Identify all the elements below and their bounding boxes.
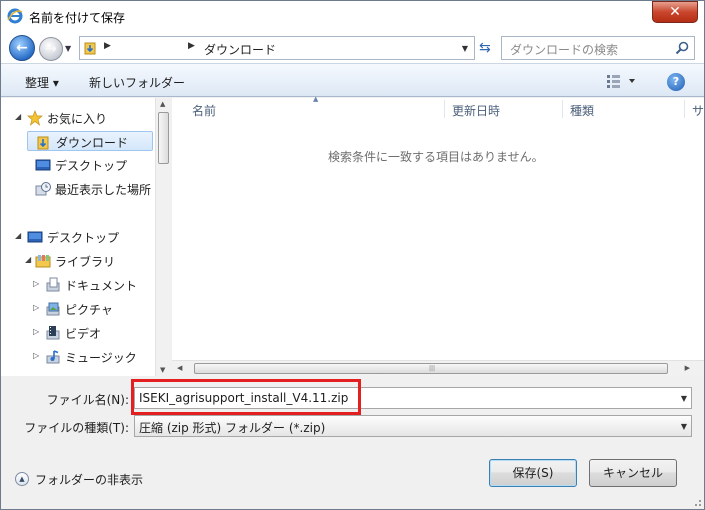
library-icon — [35, 253, 51, 269]
new-folder-button[interactable]: 新しいフォルダー — [89, 74, 185, 91]
expand-arrow-icon[interactable]: ▷ — [33, 279, 39, 288]
back-arrow-icon: ← — [16, 40, 28, 56]
sort-ascending-icon: ▲ — [313, 95, 319, 103]
tree-item-desktop-root[interactable]: ◢ デスクトップ — [13, 227, 153, 247]
collapse-arrow-icon[interactable]: ◢ — [15, 231, 21, 240]
search-icon[interactable] — [674, 40, 690, 56]
tree-item-label: お気に入り — [47, 112, 108, 126]
address-bar[interactable]: ▶ ▶ ダウンロード ▼ — [79, 36, 475, 60]
back-button[interactable]: ← — [9, 35, 35, 61]
documents-icon — [45, 277, 61, 293]
file-list-pane: ▲ 名前 更新日時 種類 サ 検索条件に一致する項目はありません。 ◀ ||| … — [172, 95, 704, 376]
recent-places-icon — [35, 181, 51, 197]
scrollbar-grip-icon: ||| — [429, 365, 436, 372]
address-row: ← → ▼ ▶ ▶ ダウンロード ▼ ⇆ ダウンロードの検索 — [1, 31, 704, 63]
star-icon — [27, 110, 43, 126]
close-icon: ✕ — [669, 4, 681, 20]
window-title: 名前を付けて保存 — [29, 11, 126, 25]
column-divider[interactable] — [684, 100, 685, 118]
music-icon — [45, 349, 61, 365]
tree-item-desktop[interactable]: デスクトップ — [27, 155, 153, 175]
chevron-down-icon[interactable]: ▼ — [681, 422, 687, 431]
filename-label: ファイル名(N): — [46, 393, 129, 407]
column-divider[interactable] — [444, 100, 445, 118]
tree-item-pictures[interactable]: ▷ ピクチャ — [33, 299, 153, 319]
scrollbar-thumb[interactable] — [158, 112, 169, 164]
desktop-icon — [27, 229, 43, 245]
download-folder-icon — [36, 134, 52, 150]
file-list-horizontal-scrollbar[interactable]: ◀ ||| ▶ — [172, 360, 704, 376]
title-bar: 名前を付けて保存 ✕ — [1, 1, 704, 31]
pictures-icon — [45, 301, 61, 317]
tree-item-label: ピクチャ — [65, 303, 113, 317]
tree-item-label: ビデオ — [65, 327, 102, 341]
expand-arrow-icon[interactable]: ▷ — [33, 327, 39, 336]
save-button[interactable]: 保存(S) — [489, 459, 577, 487]
scroll-up-icon[interactable]: ▲ — [160, 100, 165, 108]
scroll-left-icon[interactable]: ◀ — [177, 364, 182, 372]
forward-arrow-icon: → — [45, 41, 57, 57]
videos-icon — [45, 325, 61, 341]
cancel-button[interactable]: キャンセル — [589, 459, 677, 487]
column-header-date-modified[interactable]: 更新日時 — [452, 102, 500, 119]
column-divider[interactable] — [562, 100, 563, 118]
scroll-down-icon[interactable]: ▼ — [160, 366, 165, 374]
expand-arrow-icon[interactable]: ▷ — [33, 303, 39, 312]
desktop-icon — [35, 157, 51, 173]
change-view-icon[interactable] — [605, 73, 639, 89]
filetype-value: 圧縮 (zip 形式) フォルダー (*.zip) — [139, 421, 326, 435]
breadcrumb-chevron-icon[interactable]: ▶ — [104, 41, 111, 51]
tree-item-libraries[interactable]: ◢ ライブラリ — [23, 251, 153, 271]
breadcrumb-chevron-icon[interactable]: ▶ — [188, 41, 195, 51]
tree-item-label: ミュージック — [65, 351, 137, 365]
tree-item-label: ライブラリ — [55, 255, 116, 269]
help-icon[interactable]: ? — [667, 73, 685, 91]
empty-folder-message: 検索条件に一致する項目はありません。 — [328, 150, 544, 164]
command-bar: 整理 ▾ 新しいフォルダー ? — [1, 63, 704, 97]
collapse-arrow-icon[interactable]: ◢ — [25, 255, 31, 264]
download-folder-icon — [84, 42, 96, 55]
tree-item-favorites[interactable]: ◢ お気に入り — [13, 108, 153, 128]
navigation-pane-scrollbar[interactable]: ▲ ▼ — [155, 98, 171, 376]
breadcrumb-current[interactable]: ダウンロード — [204, 41, 276, 58]
forward-button[interactable]: → — [39, 37, 63, 61]
resize-grip-icon[interactable] — [692, 497, 702, 507]
hide-folders-label[interactable]: フォルダーの非表示 — [35, 471, 143, 488]
scrollbar-thumb[interactable]: ||| — [194, 363, 668, 374]
column-header-size[interactable]: サ — [692, 102, 704, 119]
filetype-select[interactable]: 圧縮 (zip 形式) フォルダー (*.zip) ▼ — [134, 415, 692, 437]
save-as-dialog: 名前を付けて保存 ✕ ← → ▼ ▶ ▶ ダウンロード ▼ ⇆ ダウンロードの検… — [0, 0, 705, 510]
tree-item-label: デスクトップ — [47, 231, 120, 245]
expand-arrow-icon[interactable]: ▷ — [33, 351, 39, 360]
address-history-dropdown-icon[interactable]: ▼ — [462, 44, 468, 53]
highlight-box — [131, 379, 361, 415]
scroll-right-icon[interactable]: ▶ — [685, 364, 690, 372]
organize-menu-button[interactable]: 整理 ▾ — [25, 74, 59, 91]
internet-explorer-icon — [7, 8, 23, 24]
tree-item-label: ドキュメント — [65, 279, 138, 293]
tree-item-downloads[interactable]: ダウンロード — [27, 131, 153, 151]
tree-item-documents[interactable]: ▷ ドキュメント — [33, 275, 153, 295]
tree-item-label: 最近表示した場所 — [55, 183, 152, 197]
tree-item-label: デスクトップ — [55, 159, 128, 173]
tree-item-videos[interactable]: ▷ ビデオ — [33, 323, 153, 343]
filetype-label: ファイルの種類(T): — [24, 421, 129, 435]
collapse-circle-icon[interactable]: ▲ — [15, 472, 29, 486]
tree-item-recent-places[interactable]: 最近表示した場所 — [27, 179, 153, 199]
refresh-icon[interactable]: ⇆ — [479, 41, 495, 57]
tree-item-label: ダウンロード — [56, 136, 129, 150]
collapse-arrow-icon[interactable]: ◢ — [15, 112, 21, 121]
close-button[interactable]: ✕ — [652, 1, 698, 23]
search-input[interactable]: ダウンロードの検索 — [501, 36, 695, 60]
navigation-pane: ◢ お気に入り ダウンロード デスクトップ 最近表示した場所 ◢ デスクトップ … — [1, 98, 171, 376]
recent-pages-dropdown-icon[interactable]: ▼ — [65, 44, 71, 53]
column-header-name[interactable]: 名前 — [192, 102, 216, 119]
chevron-down-icon[interactable]: ▼ — [681, 394, 687, 403]
tree-item-music[interactable]: ▷ ミュージック — [33, 347, 153, 367]
column-header-type[interactable]: 種類 — [570, 102, 594, 119]
search-placeholder: ダウンロードの検索 — [510, 43, 619, 57]
